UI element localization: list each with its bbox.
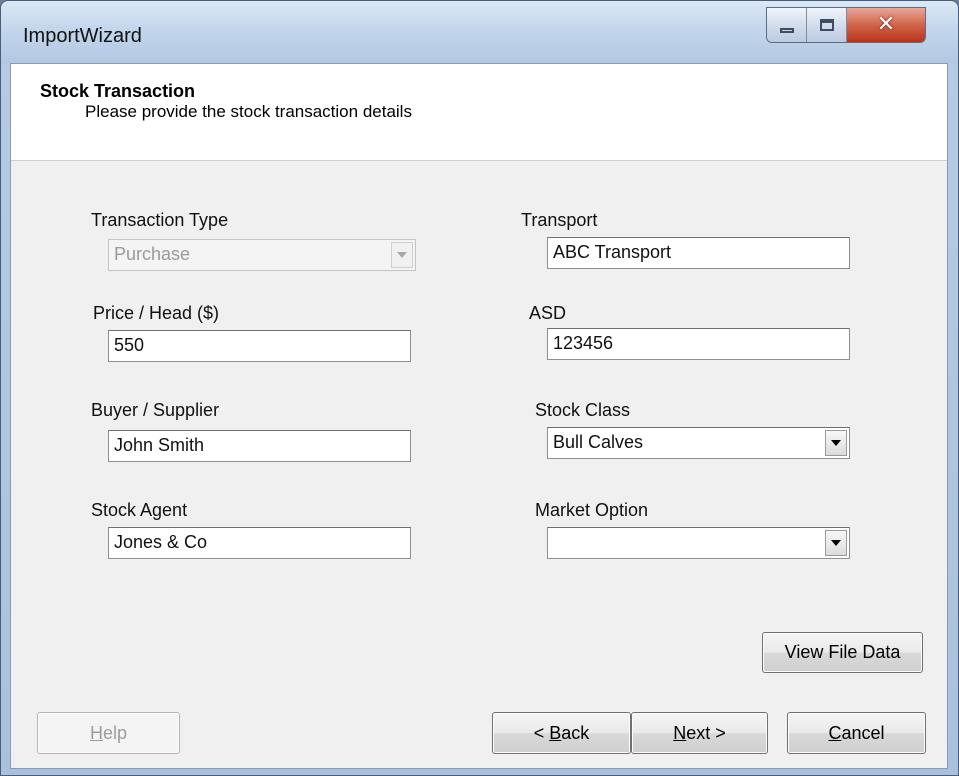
help-accesskey: H [89, 722, 103, 743]
chevron-down-icon [831, 540, 841, 546]
minimize-icon [779, 27, 794, 33]
minimize-button[interactable] [767, 8, 807, 42]
back-accesskey: B [549, 722, 562, 743]
chevron-down-icon [831, 440, 841, 446]
stock-class-label: Stock Class [535, 400, 631, 420]
transaction-type-select: Purchase [108, 239, 416, 271]
price-head-value: 550 [114, 335, 145, 355]
transport-label: Transport [521, 210, 598, 230]
transaction-type-label: Transaction Type [91, 210, 229, 230]
back-button[interactable]: < Back [492, 712, 631, 754]
stock-class-dropdown-button[interactable] [825, 430, 847, 456]
window-title: ImportWizard [23, 25, 142, 47]
wizard-header: Stock Transaction Please provide the sto… [11, 64, 947, 161]
asd-label: ASD [529, 303, 567, 323]
next-button[interactable]: Next > [631, 712, 768, 754]
maximize-button[interactable] [807, 8, 847, 42]
price-head-label: Price / Head ($) [93, 303, 220, 323]
transport-input[interactable]: ABC Transport [547, 237, 850, 269]
maximize-icon [819, 19, 834, 31]
page-title: Stock Transaction [40, 81, 196, 101]
transaction-type-value: Purchase [114, 244, 191, 264]
page-subtitle: Please provide the stock transaction det… [85, 102, 412, 121]
stock-agent-input[interactable]: Jones & Co [108, 527, 411, 559]
next-label-suffix: ext > [686, 722, 726, 743]
transport-value: ABC Transport [553, 242, 672, 262]
cancel-label-suffix: ancel [841, 722, 885, 743]
asd-value: 123456 [553, 333, 614, 353]
back-label-prefix: < [533, 722, 550, 743]
help-button: Help [37, 712, 180, 754]
buyer-supplier-input[interactable]: John Smith [108, 430, 411, 462]
back-label-suffix: ack [561, 722, 590, 743]
close-icon: ✕ [876, 12, 896, 37]
wizard-body: Stock Transaction Please provide the sto… [10, 63, 948, 769]
asd-input[interactable]: 123456 [547, 328, 850, 360]
cancel-button[interactable]: Cancel [787, 712, 926, 754]
window-controls: ✕ [766, 7, 926, 43]
chevron-down-icon [397, 252, 407, 258]
next-accesskey: N [673, 722, 687, 743]
import-wizard-window: ImportWizard ✕ Stock Transaction Please … [0, 0, 959, 776]
price-head-input[interactable]: 550 [108, 330, 411, 362]
close-button[interactable]: ✕ [847, 8, 925, 42]
stock-class-value: Bull Calves [553, 432, 644, 452]
title-bar[interactable]: ImportWizard ✕ [1, 1, 958, 63]
help-label-suffix: elp [102, 722, 128, 743]
market-option-label: Market Option [535, 500, 649, 520]
stock-agent-value: Jones & Co [114, 532, 208, 552]
market-option-select[interactable] [547, 527, 850, 559]
transaction-type-dropdown-button [391, 242, 413, 268]
market-option-dropdown-button[interactable] [825, 530, 847, 556]
view-file-data-button[interactable]: View File Data [762, 632, 923, 673]
buyer-supplier-label: Buyer / Supplier [91, 400, 220, 420]
stock-agent-label: Stock Agent [91, 500, 188, 520]
cancel-accesskey: C [828, 722, 842, 743]
buyer-supplier-value: John Smith [114, 435, 205, 455]
stock-class-select[interactable]: Bull Calves [547, 427, 850, 459]
